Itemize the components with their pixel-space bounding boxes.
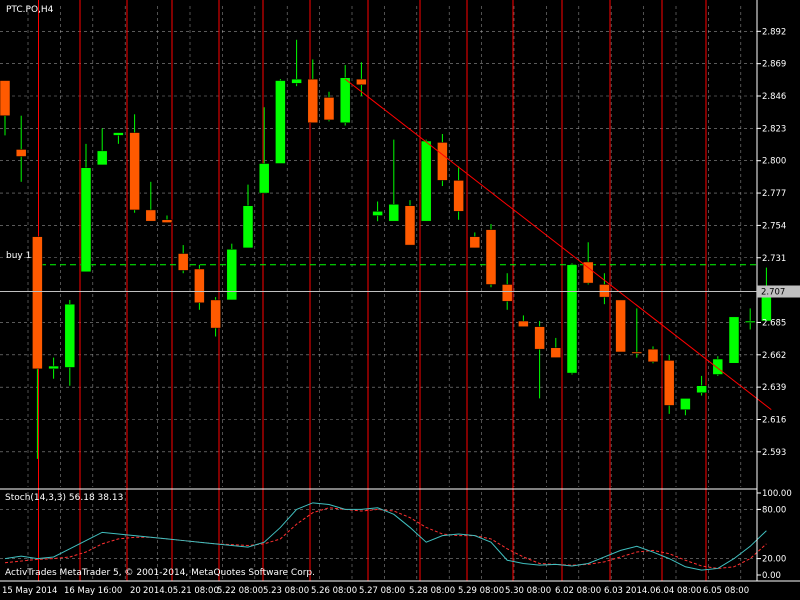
y-tick-label: 2.754 <box>762 221 786 231</box>
candle-body[interactable] <box>437 142 448 181</box>
candle-body[interactable] <box>80 167 92 273</box>
y-tick-label: 2.846 <box>762 92 786 102</box>
candle-body[interactable] <box>323 97 335 121</box>
x-tick-label: 5.27 08:00 <box>359 586 405 596</box>
candle-body[interactable] <box>96 150 108 166</box>
chart-title: PTC.PO,H4 <box>6 5 54 15</box>
x-tick-label: 15 May 2014 <box>2 586 57 596</box>
x-tick-label: 5.28 08:00 <box>409 586 455 596</box>
candle[interactable] <box>663 354 675 414</box>
candle[interactable] <box>566 263 578 375</box>
y-tick-label: 2.892 <box>762 27 786 37</box>
candle-body[interactable] <box>680 398 691 410</box>
candle[interactable] <box>275 79 286 164</box>
candle-body[interactable] <box>15 149 27 157</box>
candle[interactable] <box>728 316 740 364</box>
candle-body[interactable] <box>177 253 189 271</box>
x-tick-label: 6.02 08:00 <box>555 586 601 596</box>
candle-body[interactable] <box>48 365 59 370</box>
y-tick-label: 2.593 <box>762 448 786 458</box>
candle-body[interactable] <box>744 320 756 323</box>
candle-body[interactable] <box>404 205 416 246</box>
candle-body[interactable] <box>372 211 383 216</box>
candle[interactable] <box>485 223 497 288</box>
candle-body[interactable] <box>226 249 238 301</box>
y-tick-label: 2.731 <box>762 254 786 264</box>
candle-body[interactable] <box>194 268 205 304</box>
copyright-text: ActivTrades MetaTrader 5, © 2001-2014, M… <box>5 568 315 578</box>
candle-body[interactable] <box>129 132 140 211</box>
candle-body[interactable] <box>453 180 464 212</box>
stochastic-label: Stoch(14,3,3) 56.18 38.13 <box>5 493 123 503</box>
x-tick-label: 20 <box>130 586 141 596</box>
candle[interactable] <box>404 200 416 246</box>
candle-body[interactable] <box>599 284 610 298</box>
candle-body[interactable] <box>631 351 643 354</box>
candle-body[interactable] <box>469 236 481 249</box>
y-tick-label: 2.616 <box>762 415 786 425</box>
y-tick-label: 2.639 <box>762 383 786 393</box>
candle-body[interactable] <box>518 320 529 327</box>
candle-body[interactable] <box>712 358 724 375</box>
candle-body[interactable] <box>566 264 578 374</box>
candle-body[interactable] <box>210 299 221 329</box>
candle-body[interactable] <box>696 385 707 394</box>
candle-body[interactable] <box>64 303 76 368</box>
candle-body[interactable] <box>550 347 562 358</box>
candle-body[interactable] <box>615 299 626 353</box>
candle-body[interactable] <box>647 348 659 363</box>
x-tick-label: 5.26 08:00 <box>311 586 357 596</box>
candle-body[interactable] <box>113 132 124 136</box>
x-axis-labels: 15 May 2014 16 May 16:00 20 2014.05.21 08:0… <box>2 586 749 596</box>
x-tick-label: 5.29 08:00 <box>458 586 504 596</box>
candle-body[interactable] <box>663 360 675 406</box>
stoch-tick-label: 0.00 <box>762 571 781 581</box>
candle[interactable] <box>615 299 626 353</box>
y-tick-label: 2.869 <box>762 60 786 70</box>
candle-body[interactable] <box>32 236 43 370</box>
candle-body[interactable] <box>145 209 157 222</box>
candle-body[interactable] <box>291 78 302 84</box>
y-tick-label: 2.662 <box>762 351 786 361</box>
x-tick-label: 6.03 2014.06.04 08:00 <box>604 586 702 596</box>
stoch-tick-label: 20.00 <box>762 555 786 565</box>
chart-background <box>0 0 800 600</box>
candle-body[interactable] <box>485 229 497 285</box>
candle-body[interactable] <box>339 77 351 123</box>
candle-body[interactable] <box>307 78 319 123</box>
y-tick-label: 2.800 <box>762 157 786 167</box>
x-tick-label: 2014.05.21 08:00 <box>143 586 219 596</box>
y-tick-label: 2.777 <box>762 189 786 199</box>
current-price-label: 2.707 <box>761 288 785 298</box>
y-tick-label: 2.823 <box>762 124 786 134</box>
candle-body[interactable] <box>242 205 254 249</box>
stoch-tick-label: 80.00 <box>762 505 786 515</box>
x-tick-label: 6.05 08:00 <box>703 586 749 596</box>
y-tick-label: 2.685 <box>762 318 786 328</box>
candle-body[interactable] <box>420 140 432 222</box>
candle-body[interactable] <box>356 78 367 86</box>
price-chart[interactable]: 2.892 2.869 2.846 2.823 2.800 2.777 2.754 2.731… <box>0 0 800 600</box>
candle-body[interactable] <box>275 80 286 164</box>
stoch-tick-label: 100.00 <box>762 489 792 499</box>
candle-body[interactable] <box>728 316 740 364</box>
candle[interactable] <box>420 139 432 222</box>
candle-body[interactable] <box>258 163 270 194</box>
candle-body[interactable] <box>501 284 513 302</box>
candle-body[interactable] <box>534 326 545 350</box>
x-tick-label: 5.30 08:00 <box>505 586 551 596</box>
x-tick-label: 16 May 16:00 <box>64 586 122 596</box>
x-tick-label: 5.22 08:00 <box>217 586 263 596</box>
buy-label: buy 1 <box>6 251 31 261</box>
x-tick-label: 5.23 08:00 <box>263 586 309 596</box>
candle-body[interactable] <box>388 204 400 222</box>
candle-body[interactable] <box>0 80 11 116</box>
candle-body[interactable] <box>161 219 173 223</box>
